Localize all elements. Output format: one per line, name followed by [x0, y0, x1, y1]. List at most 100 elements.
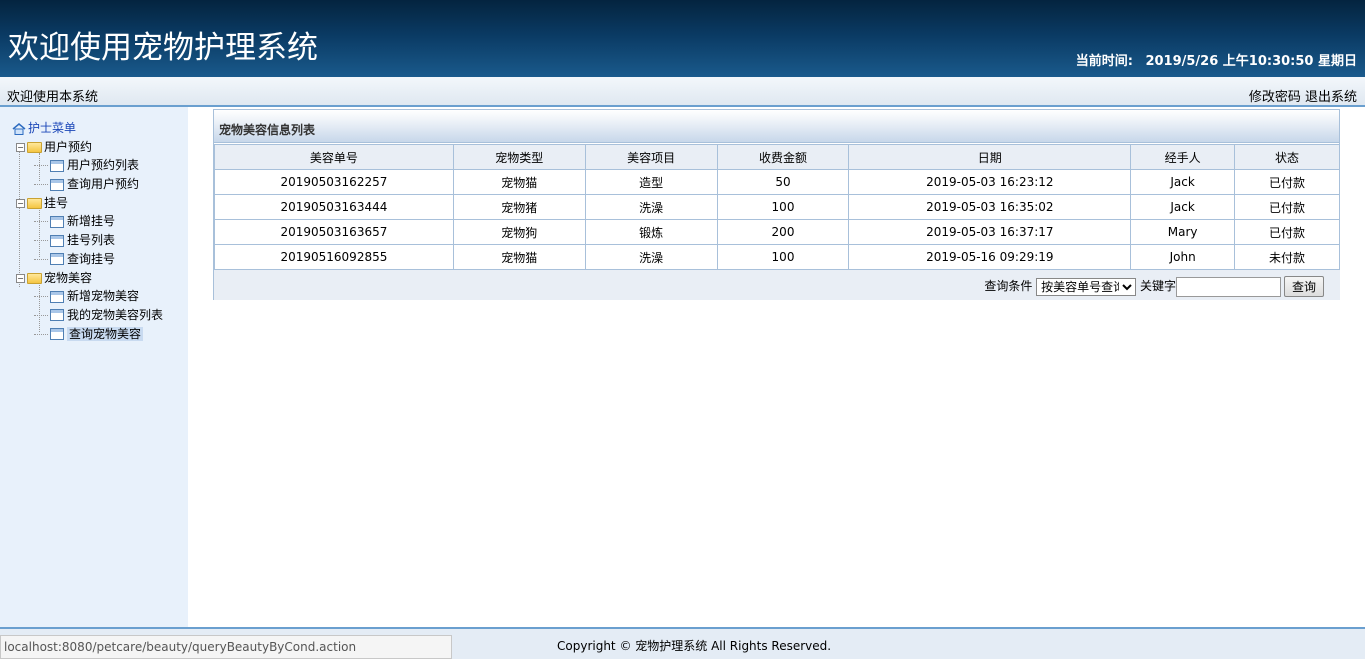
- sidebar-item-label: 查询用户预约: [67, 177, 140, 192]
- logout-link[interactable]: 退出系统: [1305, 90, 1357, 105]
- sidebar-item-new-beauty[interactable]: 新增宠物美容: [12, 287, 163, 306]
- folder-icon: [27, 197, 42, 209]
- table-row[interactable]: 20190503162257 宠物猫 造型 50 2019-05-03 16:2…: [214, 169, 1340, 195]
- collapse-icon[interactable]: −: [16, 142, 25, 152]
- beauty-list-panel: 宠物美容信息列表 美容单号 宠物类型 美容项目 收费金额 日期 经手人 状态 2…: [213, 109, 1340, 300]
- condition-select[interactable]: 按美容单号查询: [1036, 277, 1137, 296]
- table-cell: 未付款: [1234, 244, 1340, 270]
- welcome-text: 欢迎使用本系统: [7, 90, 99, 105]
- table-cell: 100: [716, 194, 850, 220]
- keyword-label: 关键字: [1139, 279, 1176, 293]
- sidebar-item-label: 查询宠物美容: [67, 326, 144, 341]
- sidebar-item-registration-list[interactable]: 挂号列表: [12, 231, 163, 250]
- table-cell: 100: [716, 244, 850, 270]
- sidebar-item-label: 新增宠物美容: [67, 289, 140, 304]
- tree-root-label: 护士菜单: [28, 121, 77, 135]
- folder-icon: [27, 272, 42, 284]
- current-time: 当前时间: 2019/5/26 上午10:30:50 星期日: [1076, 50, 1357, 69]
- browser-status-url: localhost:8080/petcare/beauty/queryBeaut…: [0, 635, 452, 659]
- page-icon: [50, 290, 64, 303]
- table-cell: 20190503163444: [214, 194, 454, 220]
- keyword-input[interactable]: [1176, 276, 1281, 297]
- home-icon: [12, 122, 26, 135]
- page-icon: [50, 234, 64, 247]
- table-cell: Mary: [1130, 219, 1236, 245]
- tree-group-pet-beauty[interactable]: − 宠物美容: [12, 269, 163, 288]
- tree-group-label: 挂号: [44, 195, 69, 210]
- current-time-value: 2019/5/26 上午10:30:50 星期日: [1145, 54, 1357, 69]
- column-header: 美容单号: [214, 144, 454, 170]
- top-nav-bar: 欢迎使用本系统 修改密码 退出系统: [0, 77, 1365, 107]
- table-cell: 宠物猫: [452, 169, 586, 195]
- table-cell: Jack: [1130, 194, 1236, 220]
- page-icon: [50, 178, 64, 191]
- sidebar: 护士菜单 − 用户预约 用户预约列表 查询用户预约 − 挂号 新增挂号 挂号列表 查…: [0, 107, 188, 627]
- table-row[interactable]: 20190516092855 宠物猫 洗澡 100 2019-05-16 09:…: [214, 244, 1340, 270]
- sidebar-item-appointment-list[interactable]: 用户预约列表: [12, 156, 163, 175]
- table-cell: John: [1130, 244, 1236, 270]
- account-links: 修改密码 退出系统: [1249, 86, 1357, 105]
- sidebar-item-query-appointment[interactable]: 查询用户预约: [12, 175, 163, 194]
- page-icon: [50, 215, 64, 228]
- column-header: 宠物类型: [452, 144, 586, 170]
- sidebar-item-label: 用户预约列表: [67, 158, 140, 173]
- table-cell: 2019-05-03 16:37:17: [848, 219, 1132, 245]
- panel-header: 宠物美容信息列表: [214, 110, 1339, 143]
- sidebar-item-label: 查询挂号: [67, 251, 116, 266]
- table-cell: 2019-05-16 09:29:19: [848, 244, 1132, 270]
- table-row[interactable]: 20190503163657 宠物狗 锻炼 200 2019-05-03 16:…: [214, 219, 1340, 245]
- table-cell: 锻炼: [584, 219, 718, 245]
- table-cell: 宠物猫: [452, 244, 586, 270]
- tree-group-label: 宠物美容: [44, 270, 93, 285]
- tree-group-registration[interactable]: − 挂号: [12, 194, 163, 213]
- sidebar-item-my-beauty-list[interactable]: 我的宠物美容列表: [12, 306, 163, 325]
- column-header: 美容项目: [584, 144, 718, 170]
- table-row[interactable]: 20190503163444 宠物猪 洗澡 100 2019-05-03 16:…: [214, 194, 1340, 220]
- tree-group-label: 用户预约: [44, 139, 93, 154]
- table-cell: Jack: [1130, 169, 1236, 195]
- table-cell: 宠物狗: [452, 219, 586, 245]
- folder-icon: [27, 141, 42, 153]
- sidebar-item-label: 我的宠物美容列表: [67, 307, 164, 322]
- sidebar-item-new-registration[interactable]: 新增挂号: [12, 212, 163, 231]
- header-banner: 欢迎使用宠物护理系统 当前时间: 2019/5/26 上午10:30:50 星期…: [0, 0, 1365, 77]
- table-cell: 20190503163657: [214, 219, 454, 245]
- sidebar-item-label: 新增挂号: [67, 214, 116, 229]
- table-cell: 洗澡: [584, 244, 718, 270]
- table-cell: 已付款: [1234, 169, 1340, 195]
- tree-root[interactable]: 护士菜单: [12, 119, 163, 138]
- current-time-label: 当前时间:: [1075, 54, 1133, 69]
- table-header-row: 美容单号 宠物类型 美容项目 收费金额 日期 经手人 状态: [214, 144, 1340, 170]
- beauty-table: 美容单号 宠物类型 美容项目 收费金额 日期 经手人 状态 2019050316…: [214, 144, 1340, 270]
- search-controls: 查询条件 按美容单号查询 关键字 查询: [984, 276, 1324, 297]
- sidebar-item-label: 挂号列表: [67, 233, 116, 248]
- tree-group-user-appointment[interactable]: − 用户预约: [12, 138, 163, 157]
- collapse-icon[interactable]: −: [16, 198, 25, 208]
- table-cell: 宠物猪: [452, 194, 586, 220]
- table-cell: 2019-05-03 16:23:12: [848, 169, 1132, 195]
- column-header: 状态: [1234, 144, 1340, 170]
- page-icon: [50, 159, 64, 172]
- app-title: 欢迎使用宠物护理系统: [8, 30, 318, 66]
- table-cell: 20190516092855: [214, 244, 454, 270]
- search-bar: 查询条件 按美容单号查询 关键字 查询: [214, 269, 1340, 300]
- panel-title: 宠物美容信息列表: [219, 123, 316, 137]
- table-cell: 2019-05-03 16:35:02: [848, 194, 1132, 220]
- sidebar-item-query-registration[interactable]: 查询挂号: [12, 250, 163, 269]
- query-button[interactable]: 查询: [1284, 276, 1324, 297]
- table-cell: 200: [716, 219, 850, 245]
- table-cell: 洗澡: [584, 194, 718, 220]
- copyright-text: Copyright © 宠物护理系统 All Rights Reserved.: [557, 639, 832, 653]
- change-password-link[interactable]: 修改密码: [1249, 90, 1301, 105]
- nurse-menu-tree: 护士菜单 − 用户预约 用户预约列表 查询用户预约 − 挂号 新增挂号 挂号列表 查…: [12, 119, 163, 343]
- table-cell: 已付款: [1234, 219, 1340, 245]
- collapse-icon[interactable]: −: [16, 273, 25, 283]
- table-cell: 已付款: [1234, 194, 1340, 220]
- condition-label: 查询条件: [984, 279, 1033, 293]
- sidebar-item-query-beauty[interactable]: 查询宠物美容: [12, 325, 163, 344]
- table-cell: 50: [716, 169, 850, 195]
- page-icon: [50, 328, 64, 341]
- table-cell: 20190503162257: [214, 169, 454, 195]
- page-icon: [50, 309, 64, 322]
- table-cell: 造型: [584, 169, 718, 195]
